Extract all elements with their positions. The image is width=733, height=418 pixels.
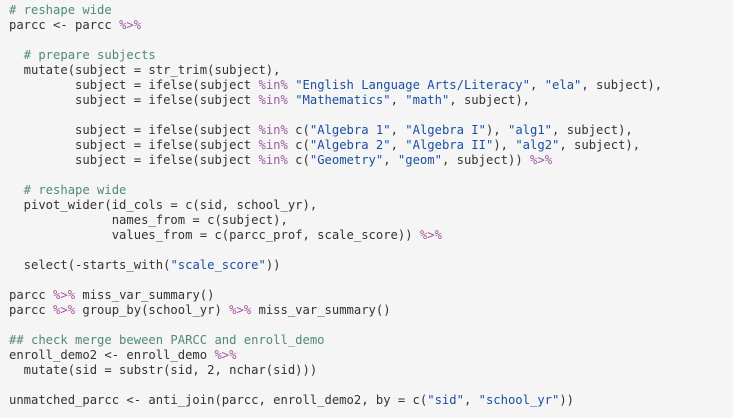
code-line[interactable]: enroll_demo2 <- enroll_demo %>%	[9, 348, 733, 363]
code-token: , subject))	[441, 153, 531, 167]
code-line[interactable]	[9, 168, 733, 183]
code-token: , subject),	[552, 123, 633, 137]
code-editor[interactable]: # reshape wide parcc <- parcc %>% # prepa…	[0, 0, 733, 418]
code-token: , subject),	[581, 78, 663, 92]
code-line[interactable]: unmatched_parcc <- anti_join(parcc, enro…	[9, 393, 733, 408]
code-string: "Algebra I"	[405, 123, 486, 137]
code-string: "alg2"	[515, 138, 560, 152]
code-string: "geom"	[397, 153, 442, 167]
code-line[interactable]: # prepare subjects	[9, 48, 733, 63]
code-line[interactable]: pivot_wider(id_cols = c(sid, school_yr),	[9, 198, 733, 213]
code-operator: %>%	[53, 303, 76, 317]
code-token: , subject),	[559, 138, 641, 152]
code-line[interactable]: subject = ifelse(subject %in% "Mathemati…	[9, 93, 733, 108]
code-string: "Algebra II"	[405, 138, 494, 152]
code-string: "alg1"	[508, 123, 553, 137]
code-line[interactable]: ## check merge beween PARCC and enroll_d…	[9, 333, 733, 348]
code-line[interactable]: names_from = c(subject),	[9, 213, 733, 228]
code-token: unmatched_parcc <- anti_join(parcc, enro…	[9, 393, 428, 407]
code-token: ),	[493, 138, 516, 152]
code-token: ,	[383, 153, 398, 167]
code-token: ,	[390, 93, 406, 107]
code-operator: %in%	[258, 93, 288, 107]
code-line[interactable]	[9, 378, 733, 393]
code-token: subject = ifelse(subject	[9, 153, 259, 167]
code-operator: %in%	[258, 153, 288, 167]
code-token: miss_var_summary()	[75, 288, 215, 302]
code-operator: %>%	[214, 348, 237, 362]
code-token: pivot_wider(id_cols = c(sid, school_yr),	[9, 198, 318, 212]
code-token: select(-starts_with(	[9, 258, 171, 272]
code-token: parcc <- parcc	[9, 18, 120, 32]
code-string: "Mathematics"	[295, 93, 391, 107]
code-operator: %in%	[258, 138, 288, 152]
code-line[interactable]: values_from = c(parcc_prof, scale_score)…	[9, 228, 733, 243]
code-string: "ela"	[544, 78, 582, 92]
code-token: ))	[559, 393, 575, 407]
code-comment: # reshape wide	[9, 3, 112, 17]
code-token: parcc	[9, 288, 54, 302]
code-token: ),	[485, 123, 508, 137]
code-line[interactable]	[9, 318, 733, 333]
code-string: "math"	[405, 93, 450, 107]
code-line[interactable]: subject = ifelse(subject %in% c("Algebra…	[9, 138, 733, 153]
code-line[interactable]	[9, 108, 733, 123]
code-token: ))	[265, 258, 281, 272]
code-token: mutate(subject = str_trim(subject),	[9, 63, 281, 77]
code-string: "Geometry"	[309, 153, 384, 167]
code-token: group_by(school_yr)	[75, 303, 230, 317]
code-line[interactable]: subject = ifelse(subject %in% "English L…	[9, 78, 733, 93]
code-line[interactable]: parcc %>% group_by(school_yr) %>% miss_v…	[9, 303, 733, 318]
code-token: ,	[530, 78, 545, 92]
code-operator: %in%	[258, 123, 288, 137]
code-operator: %>%	[229, 303, 252, 317]
code-token: , subject),	[449, 93, 531, 107]
code-string: "English Language Arts/Literacy"	[295, 78, 530, 92]
code-token: c(	[287, 123, 310, 137]
code-token: subject = ifelse(subject	[9, 138, 259, 152]
code-token: names_from = c(subject),	[9, 213, 288, 227]
code-line[interactable]: mutate(subject = str_trim(subject),	[9, 63, 733, 78]
code-token: miss_var_summary()	[251, 303, 391, 317]
code-line[interactable]: # reshape wide	[9, 183, 733, 198]
code-string: "Algebra 1"	[309, 123, 391, 137]
code-token: ,	[390, 138, 406, 152]
code-comment: # reshape wide	[9, 183, 127, 197]
code-token: subject = ifelse(subject	[9, 93, 259, 107]
code-line[interactable]: subject = ifelse(subject %in% c("Geometr…	[9, 153, 733, 168]
code-operator: %in%	[258, 78, 288, 92]
code-token: enroll_demo2 <- enroll_demo	[9, 348, 215, 362]
code-token: ,	[463, 393, 479, 407]
code-token: subject = ifelse(subject	[9, 78, 259, 92]
code-line[interactable]: mutate(sid = substr(sid, 2, nchar(sid)))	[9, 363, 733, 378]
code-line[interactable]	[9, 33, 733, 48]
code-line[interactable]: parcc %>% miss_var_summary()	[9, 288, 733, 303]
code-token: ,	[390, 123, 406, 137]
code-line[interactable]	[9, 243, 733, 258]
code-comment: # prepare subjects	[9, 48, 156, 62]
code-operator: %>%	[53, 288, 76, 302]
code-string: "scale_score"	[170, 258, 266, 272]
code-operator: %>%	[119, 18, 142, 32]
code-token: c(	[287, 138, 310, 152]
code-line[interactable]: parcc <- parcc %>%	[9, 18, 733, 33]
code-operator: %>%	[530, 153, 553, 167]
code-string: "school_yr"	[478, 393, 560, 407]
code-token: parcc	[9, 303, 54, 317]
code-token: c(	[287, 153, 310, 167]
code-line[interactable]: subject = ifelse(subject %in% c("Algebra…	[9, 123, 733, 138]
code-line[interactable]	[9, 273, 733, 288]
code-token: subject = ifelse(subject	[9, 123, 259, 137]
code-line[interactable]: # reshape wide	[9, 3, 733, 18]
code-token: values_from = c(parcc_prof, scale_score)…	[9, 228, 420, 242]
code-string: "sid"	[427, 393, 464, 407]
code-operator: %>%	[419, 228, 442, 242]
code-line[interactable]: select(-starts_with("scale_score"))	[9, 258, 733, 273]
code-token: mutate(sid = substr(sid, 2, nchar(sid)))	[9, 363, 318, 377]
code-comment: ## check merge beween PARCC and enroll_d…	[9, 333, 325, 347]
code-string: "Algebra 2"	[309, 138, 391, 152]
